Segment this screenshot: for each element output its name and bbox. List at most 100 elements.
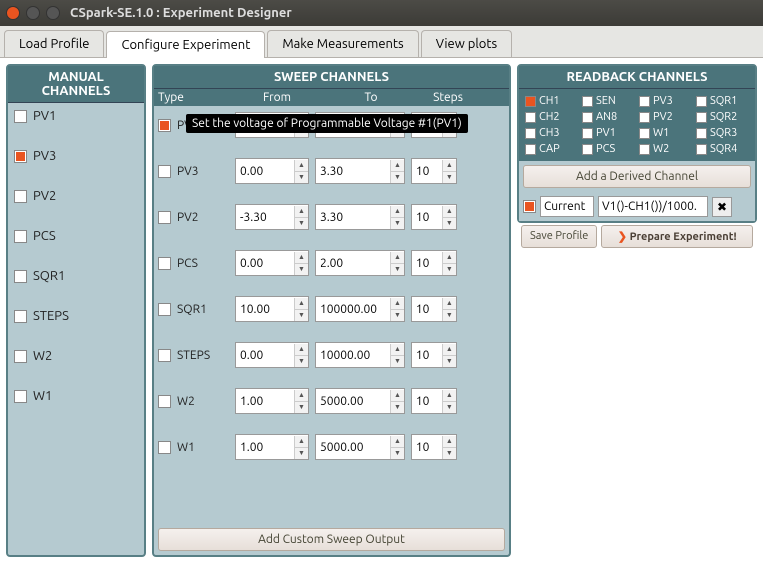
spinbox-input[interactable] [316,211,390,224]
spinbox-up-icon[interactable]: ▲ [443,298,456,310]
sweep-checkbox-pcs[interactable] [158,257,171,270]
spinbox-down-icon[interactable]: ▼ [295,448,308,459]
spinbox-up-icon[interactable]: ▲ [295,298,308,310]
spinbox-input[interactable] [236,303,294,316]
spinbox-down-icon[interactable]: ▼ [391,402,404,413]
save-profile-button[interactable]: Save Profile [521,225,597,248]
readback-checkbox-w2[interactable] [639,144,650,155]
spinbox-down-icon[interactable]: ▼ [443,402,456,413]
spinbox[interactable]: ▲▼ [235,388,309,414]
spinbox-input[interactable] [412,257,442,270]
spinbox-input[interactable] [236,257,294,270]
spinbox-up-icon[interactable]: ▲ [443,344,456,356]
add-derived-channel-button[interactable]: Add a Derived Channel [523,165,751,188]
sweep-checkbox-w1[interactable] [158,441,171,454]
spinbox-input[interactable] [236,211,294,224]
spinbox-up-icon[interactable]: ▲ [391,390,404,402]
spinbox-up-icon[interactable]: ▲ [443,160,456,172]
delete-derived-button[interactable]: ✖ [712,197,732,217]
derived-name-input[interactable] [540,196,594,217]
sweep-checkbox-pv1[interactable] [158,119,171,132]
spinbox-input[interactable] [316,395,390,408]
manual-checkbox-pv3[interactable] [14,150,27,163]
spinbox-input[interactable] [412,349,442,362]
spinbox[interactable]: ▲▼ [315,342,405,368]
readback-checkbox-cap[interactable] [525,144,536,155]
spinbox-down-icon[interactable]: ▼ [443,356,456,367]
spinbox[interactable]: ▲▼ [235,296,309,322]
prepare-experiment-button[interactable]: Prepare Experiment! [601,225,753,248]
spinbox-down-icon[interactable]: ▼ [391,448,404,459]
spinbox-up-icon[interactable]: ▲ [295,252,308,264]
spinbox-input[interactable] [236,441,294,454]
derived-checkbox[interactable] [523,200,536,213]
sweep-checkbox-steps[interactable] [158,349,171,362]
spinbox-input[interactable] [316,165,390,178]
spinbox-down-icon[interactable]: ▼ [443,310,456,321]
derived-expr-input[interactable] [598,196,708,217]
spinbox-up-icon[interactable]: ▲ [443,436,456,448]
spinbox-up-icon[interactable]: ▲ [443,390,456,402]
readback-checkbox-sqr3[interactable] [696,128,707,139]
spinbox[interactable]: ▲▼ [235,342,309,368]
spinbox[interactable]: ▲▼ [315,388,405,414]
manual-checkbox-sqr1[interactable] [14,270,27,283]
readback-checkbox-w1[interactable] [639,128,650,139]
spinbox[interactable]: ▲▼ [235,204,309,230]
spinbox[interactable]: ▲▼ [411,388,457,414]
readback-checkbox-sqr2[interactable] [696,112,707,123]
spinbox[interactable]: ▲▼ [411,434,457,460]
sweep-checkbox-sqr1[interactable] [158,303,171,316]
readback-checkbox-pv3[interactable] [639,96,650,107]
readback-checkbox-ch2[interactable] [525,112,536,123]
spinbox-up-icon[interactable]: ▲ [391,160,404,172]
spinbox[interactable]: ▲▼ [235,158,309,184]
spinbox-input[interactable] [412,211,442,224]
spinbox-down-icon[interactable]: ▼ [295,402,308,413]
spinbox-input[interactable] [316,257,390,270]
manual-checkbox-pv1[interactable] [14,110,27,123]
spinbox-input[interactable] [236,349,294,362]
spinbox-down-icon[interactable]: ▼ [443,264,456,275]
spinbox-input[interactable] [412,395,442,408]
spinbox[interactable]: ▲▼ [315,296,405,322]
readback-checkbox-pv1[interactable] [582,128,593,139]
spinbox-down-icon[interactable]: ▼ [295,218,308,229]
sweep-checkbox-w2[interactable] [158,395,171,408]
tab-configure-experiment[interactable]: Configure Experiment [106,31,265,58]
manual-checkbox-pv2[interactable] [14,190,27,203]
readback-checkbox-pcs[interactable] [582,144,593,155]
spinbox-up-icon[interactable]: ▲ [295,344,308,356]
spinbox-input[interactable] [316,303,390,316]
spinbox-up-icon[interactable]: ▲ [391,344,404,356]
spinbox-down-icon[interactable]: ▼ [391,218,404,229]
spinbox-input[interactable] [412,441,442,454]
spinbox-up-icon[interactable]: ▲ [443,252,456,264]
sweep-checkbox-pv3[interactable] [158,165,171,178]
spinbox-up-icon[interactable]: ▲ [391,436,404,448]
spinbox-up-icon[interactable]: ▲ [295,390,308,402]
spinbox-down-icon[interactable]: ▼ [391,356,404,367]
readback-checkbox-sqr4[interactable] [696,144,707,155]
readback-checkbox-ch1[interactable] [525,96,536,107]
sweep-checkbox-pv2[interactable] [158,211,171,224]
tab-view-plots[interactable]: View plots [421,30,512,57]
spinbox-down-icon[interactable]: ▼ [443,218,456,229]
spinbox-up-icon[interactable]: ▲ [443,206,456,218]
spinbox-down-icon[interactable]: ▼ [295,264,308,275]
spinbox[interactable]: ▲▼ [411,342,457,368]
spinbox-up-icon[interactable]: ▲ [391,206,404,218]
spinbox[interactable]: ▲▼ [315,204,405,230]
readback-checkbox-an8[interactable] [582,112,593,123]
spinbox[interactable]: ▲▼ [315,158,405,184]
spinbox[interactable]: ▲▼ [411,158,457,184]
tab-load-profile[interactable]: Load Profile [4,30,104,57]
spinbox-down-icon[interactable]: ▼ [443,448,456,459]
manual-checkbox-pcs[interactable] [14,230,27,243]
spinbox[interactable]: ▲▼ [411,296,457,322]
spinbox[interactable]: ▲▼ [315,250,405,276]
spinbox-down-icon[interactable]: ▼ [295,310,308,321]
spinbox-up-icon[interactable]: ▲ [391,298,404,310]
readback-checkbox-pv2[interactable] [639,112,650,123]
close-icon[interactable] [6,6,20,20]
